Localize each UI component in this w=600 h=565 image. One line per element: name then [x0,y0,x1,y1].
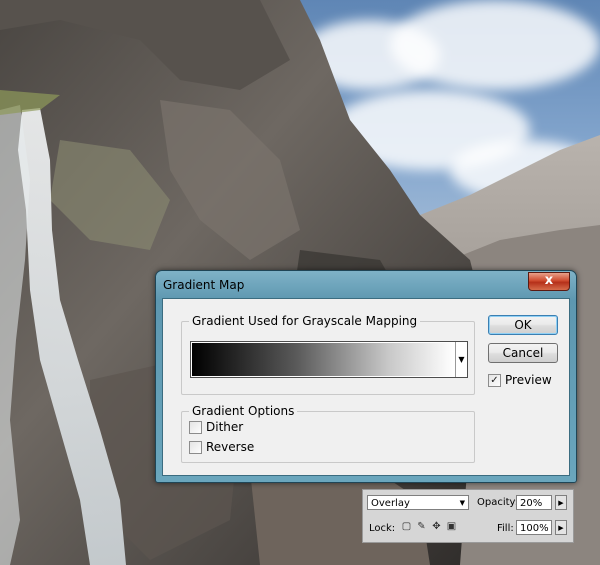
ok-button[interactable]: OK [488,315,558,335]
preview-option[interactable]: ✓ Preview [488,373,552,387]
opacity-input[interactable]: 20% [516,495,552,510]
options-group-label: Gradient Options [189,404,298,418]
fill-slider-arrow-icon[interactable]: ▶ [555,520,567,535]
layers-panel-strip: Overlay ▼ Opacity: 20% ▶ Lock: ▢ ✎ ✥ ▣ F… [362,489,574,543]
lock-label: Lock: [369,523,396,534]
gradient-preview-swatch[interactable] [192,343,454,376]
reverse-option[interactable]: Reverse [189,439,254,455]
chevron-down-icon: ▼ [459,499,465,507]
fill-input[interactable]: 100% [516,520,552,535]
lock-icons: ▢ ✎ ✥ ▣ [401,521,457,532]
lock-image-pixels-icon[interactable]: ✎ [416,521,427,532]
blend-mode-select[interactable]: Overlay ▼ [367,495,469,510]
preview-checkbox[interactable]: ✓ [488,373,501,387]
dialog-body: Gradient Used for Grayscale Mapping ▼ Gr… [162,298,570,476]
dither-checkbox[interactable] [189,420,202,434]
gradient-picker[interactable]: ▼ [190,341,468,378]
gradient-map-dialog: Gradient Map x Gradient Used for Graysca… [155,270,577,483]
cancel-button[interactable]: Cancel [488,343,558,363]
gradient-options-group: Gradient Options Dither Reverse [181,404,475,463]
dialog-title: Gradient Map [163,278,245,292]
lock-all-icon[interactable]: ▣ [446,521,457,532]
blend-mode-value: Overlay [371,498,410,509]
gradient-group-label: Gradient Used for Grayscale Mapping [189,314,421,328]
preview-label: Preview [505,373,552,387]
fill-label: Fill: [497,523,514,534]
reverse-checkbox[interactable] [189,440,202,454]
close-button[interactable]: x [528,272,570,291]
lock-transparent-pixels-icon[interactable]: ▢ [401,521,412,532]
dither-label: Dither [206,420,244,434]
gradient-group: Gradient Used for Grayscale Mapping ▼ [181,314,475,395]
reverse-label: Reverse [206,440,255,454]
opacity-label: Opacity: [477,497,519,508]
dither-option[interactable]: Dither [189,419,243,435]
dialog-titlebar[interactable]: Gradient Map x [156,271,576,299]
close-icon: x [544,273,554,288]
checkmark-icon: ✓ [490,374,499,386]
lock-position-icon[interactable]: ✥ [431,521,442,532]
opacity-slider-arrow-icon[interactable]: ▶ [555,495,567,510]
triangle-down-icon[interactable]: ▼ [455,342,467,377]
